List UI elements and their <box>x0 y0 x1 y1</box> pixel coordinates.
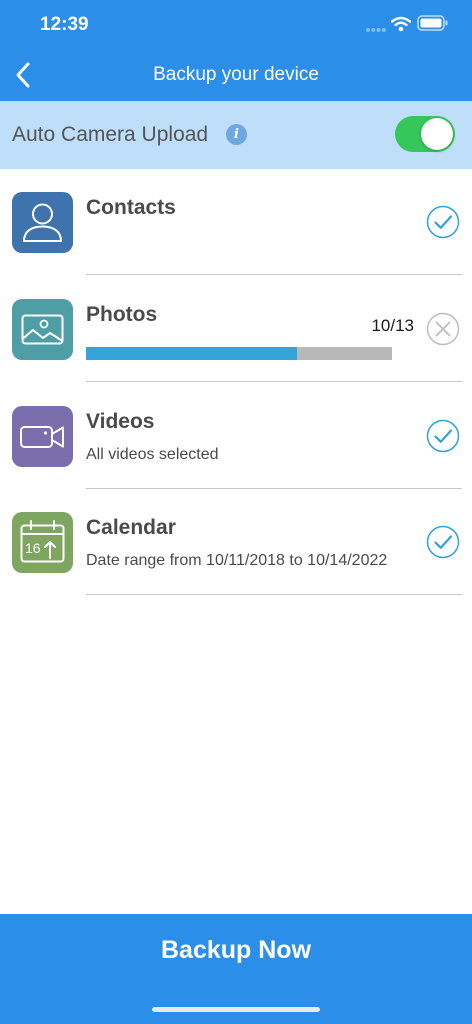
list-item-calendar[interactable]: 16 Calendar Date range from 10/11/2018 t… <box>0 489 472 595</box>
checkmark-icon[interactable] <box>426 525 460 559</box>
item-title: Calendar <box>86 516 176 539</box>
backup-now-button[interactable]: Backup Now <box>0 914 472 986</box>
video-camera-icon <box>12 406 73 467</box>
calendar-icon: 16 <box>12 512 73 573</box>
auto-camera-upload-toggle[interactable] <box>395 116 455 152</box>
header-bar: 12:39 Backup your device <box>0 0 472 101</box>
divider <box>86 594 462 595</box>
item-title: Videos <box>86 410 155 433</box>
home-indicator[interactable] <box>152 1007 320 1012</box>
progress-count: 10/13 <box>371 316 414 335</box>
auto-camera-upload-label: Auto Camera Upload <box>12 123 209 146</box>
divider <box>86 381 462 382</box>
cancel-icon[interactable] <box>426 312 460 346</box>
checkmark-icon[interactable] <box>426 419 460 453</box>
progress-bar <box>86 347 392 360</box>
item-subtitle: All videos selected <box>86 446 219 463</box>
cellular-signal-icon <box>366 28 386 32</box>
page-title: Backup your device <box>153 64 319 85</box>
wifi-icon <box>391 16 411 32</box>
status-bar: 12:39 <box>0 0 472 50</box>
calendar-day-number: 16 <box>25 540 41 556</box>
toggle-knob <box>421 118 453 150</box>
battery-icon <box>417 15 448 31</box>
photos-icon <box>12 299 73 360</box>
status-time: 12:39 <box>40 14 89 35</box>
progress-fill <box>86 347 298 360</box>
list-item-videos[interactable]: Videos All videos selected <box>0 383 472 489</box>
item-title: Photos <box>86 303 158 326</box>
info-icon[interactable]: i <box>226 124 247 145</box>
checkmark-icon[interactable] <box>426 205 460 239</box>
divider <box>86 274 462 275</box>
item-subtitle: Date range from 10/11/2018 to 10/14/2022 <box>86 552 388 569</box>
list-item-photos[interactable]: Photos 10/13 <box>0 276 472 382</box>
contacts-icon <box>12 192 73 253</box>
list-item-contacts[interactable]: Contacts <box>0 169 472 275</box>
item-title: Contacts <box>86 196 176 219</box>
